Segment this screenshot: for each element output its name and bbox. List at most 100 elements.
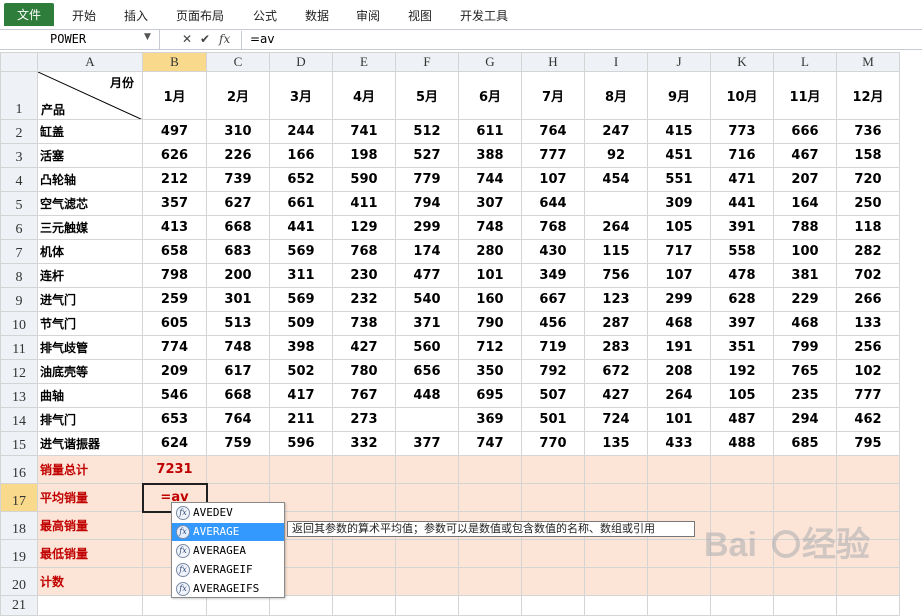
value-cell[interactable]: 792 [521,359,585,384]
empty-cell[interactable] [647,595,711,616]
value-cell[interactable]: 427 [584,383,648,408]
empty-cell[interactable] [773,455,837,484]
value-cell[interactable]: 683 [206,239,270,264]
value-cell[interactable]: 207 [773,167,837,192]
value-cell[interactable]: 164 [773,191,837,216]
product-cell[interactable]: 缸盖 [37,119,143,144]
value-cell[interactable]: 430 [521,239,585,264]
product-cell[interactable]: 空气滤芯 [37,191,143,216]
empty-cell[interactable] [521,567,585,596]
value-cell[interactable]: 774 [142,335,207,360]
value-cell[interactable]: 779 [395,167,459,192]
empty-cell[interactable] [584,483,648,512]
empty-cell[interactable] [584,567,648,596]
empty-cell[interactable] [37,595,143,616]
value-cell[interactable]: 448 [395,383,459,408]
value-cell[interactable]: 371 [395,311,459,336]
value-cell[interactable]: 232 [332,287,396,312]
value-cell[interactable]: 350 [458,359,522,384]
summary-value-cell[interactable]: 7231 [142,455,207,484]
empty-cell[interactable] [332,567,396,596]
value-cell[interactable]: 280 [458,239,522,264]
value-cell[interactable]: 767 [332,383,396,408]
empty-cell[interactable] [521,595,585,616]
empty-cell[interactable] [395,455,459,484]
value-cell[interactable]: 695 [458,383,522,408]
value-cell[interactable]: 467 [773,143,837,168]
empty-cell[interactable] [206,595,270,616]
row-header[interactable]: 3 [0,143,38,168]
value-cell[interactable]: 765 [773,359,837,384]
value-cell[interactable]: 468 [773,311,837,336]
product-cell[interactable]: 排气歧管 [37,335,143,360]
value-cell[interactable]: 488 [710,431,774,456]
value-cell[interactable]: 282 [836,239,900,264]
cancel-icon[interactable]: ✕ [182,32,192,46]
row-header[interactable]: 12 [0,359,38,384]
value-cell[interactable]: 198 [332,143,396,168]
row-header[interactable]: 18 [0,511,38,540]
value-cell[interactable]: 764 [521,119,585,144]
month-header[interactable]: 4月 [332,71,396,120]
value-cell[interactable]: 226 [206,143,270,168]
month-header[interactable]: 3月 [269,71,333,120]
value-cell[interactable]: 790 [458,311,522,336]
month-header[interactable]: 2月 [206,71,270,120]
value-cell[interactable]: 617 [206,359,270,384]
value-cell[interactable]: 351 [710,335,774,360]
value-cell[interactable]: 310 [206,119,270,144]
summary-label[interactable]: 最低销量 [37,539,143,568]
row-header[interactable]: 1 [0,71,38,120]
value-cell[interactable]: 471 [710,167,774,192]
value-cell[interactable]: 794 [395,191,459,216]
value-cell[interactable]: 391 [710,215,774,240]
row-header[interactable]: 13 [0,383,38,408]
value-cell[interactable]: 672 [584,359,648,384]
value-cell[interactable]: 724 [584,407,648,432]
value-cell[interactable]: 527 [395,143,459,168]
month-header[interactable]: 7月 [521,71,585,120]
value-cell[interactable]: 666 [773,119,837,144]
empty-cell[interactable] [584,539,648,568]
empty-cell[interactable] [773,483,837,512]
row-header[interactable]: 14 [0,407,38,432]
empty-cell[interactable] [395,539,459,568]
summary-label[interactable]: 计数 [37,567,143,596]
month-header[interactable]: 5月 [395,71,459,120]
month-header[interactable]: 8月 [584,71,648,120]
empty-cell[interactable] [710,483,774,512]
empty-cell[interactable] [836,455,900,484]
empty-cell[interactable] [710,595,774,616]
value-cell[interactable]: 191 [647,335,711,360]
empty-cell[interactable] [584,595,648,616]
value-cell[interactable]: 744 [458,167,522,192]
empty-cell[interactable] [332,455,396,484]
value-cell[interactable]: 451 [647,143,711,168]
column-header-h[interactable]: H [521,52,585,72]
value-cell[interactable]: 748 [458,215,522,240]
value-cell[interactable]: 717 [647,239,711,264]
value-cell[interactable]: 736 [836,119,900,144]
row-header[interactable]: 7 [0,239,38,264]
value-cell[interactable]: 101 [647,407,711,432]
value-cell[interactable]: 166 [269,143,333,168]
column-header-l[interactable]: L [773,52,837,72]
autocomplete-item-selected[interactable]: fx AVERAGE [172,523,284,541]
tab-home[interactable]: 开始 [72,7,96,24]
value-cell[interactable]: 244 [269,119,333,144]
value-cell[interactable]: 596 [269,431,333,456]
empty-cell[interactable] [521,455,585,484]
product-cell[interactable]: 进气门 [37,287,143,312]
product-cell[interactable]: 凸轮轴 [37,167,143,192]
value-cell[interactable]: 287 [584,311,648,336]
value-cell[interactable]: 590 [332,167,396,192]
value-cell[interactable]: 259 [142,287,207,312]
value-cell[interactable]: 569 [269,287,333,312]
value-cell[interactable]: 747 [458,431,522,456]
value-cell[interactable]: 502 [269,359,333,384]
value-cell[interactable]: 433 [647,431,711,456]
empty-cell[interactable] [142,595,207,616]
value-cell[interactable]: 441 [710,191,774,216]
value-cell[interactable]: 799 [773,335,837,360]
empty-cell[interactable] [458,455,522,484]
